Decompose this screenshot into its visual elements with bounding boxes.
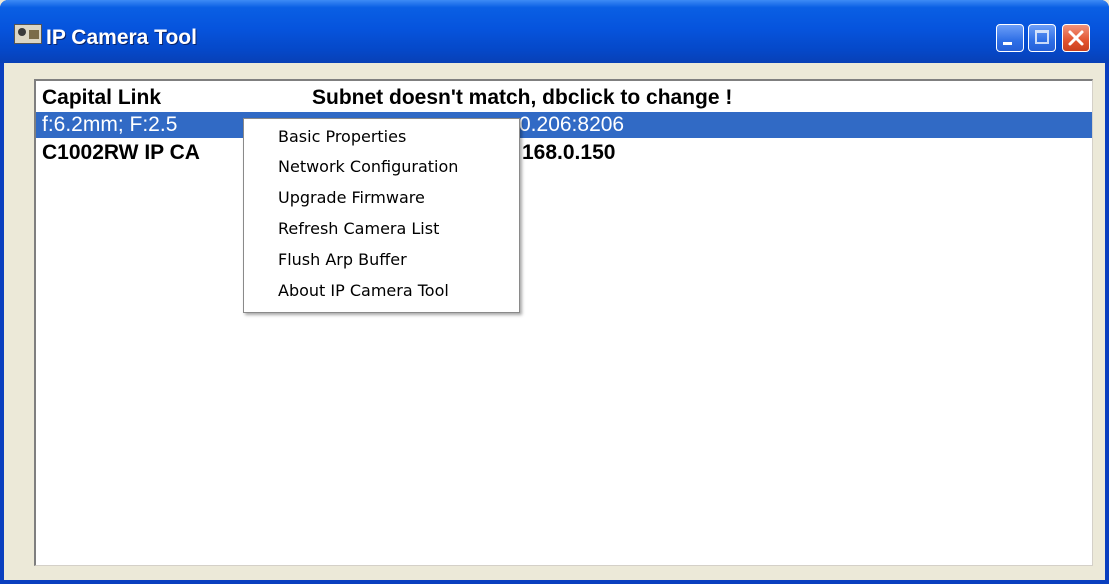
camera-row[interactable]: C1002RW IP CA 168.0.150	[36, 140, 1092, 166]
camera-tool-icon[interactable]	[14, 24, 42, 44]
app-window: IP Camera Tool Capital Link Subnet doesn…	[0, 0, 1109, 584]
context-menu: Basic Properties Network Configuration U…	[243, 118, 520, 313]
camera-list[interactable]: Capital Link Subnet doesn't match, dbcli…	[34, 79, 1093, 566]
menu-item-upgrade-firmware[interactable]: Upgrade Firmware	[278, 183, 425, 213]
maximize-button[interactable]	[1028, 24, 1056, 52]
menu-item-about[interactable]: About IP Camera Tool	[278, 276, 449, 306]
camera-info: Subnet doesn't match, dbclick to change …	[312, 86, 733, 109]
minimize-button[interactable]	[996, 24, 1024, 52]
close-icon	[1068, 30, 1084, 46]
camera-name: f:6.2mm; F:2.5	[42, 113, 178, 136]
maximize-icon	[1035, 30, 1049, 44]
menu-item-network-configuration[interactable]: Network Configuration	[278, 152, 458, 182]
camera-info: 168.0.150	[522, 141, 616, 164]
camera-row-selected[interactable]: f:6.2mm; F:2.5 0.206:8206	[36, 112, 1092, 138]
camera-name: C1002RW IP CA	[42, 141, 200, 164]
camera-info: 0.206:8206	[519, 113, 625, 136]
menu-item-flush-arp-buffer[interactable]: Flush Arp Buffer	[278, 245, 407, 275]
camera-row[interactable]: Capital Link Subnet doesn't match, dbcli…	[36, 85, 1092, 111]
window-title: IP Camera Tool	[46, 26, 197, 49]
minimize-icon	[1003, 42, 1012, 45]
menu-item-refresh-camera-list[interactable]: Refresh Camera List	[278, 214, 439, 244]
close-button[interactable]	[1062, 24, 1090, 52]
menu-item-basic-properties[interactable]: Basic Properties	[278, 122, 406, 152]
title-bar[interactable]: IP Camera Tool	[0, 0, 1109, 63]
camera-name: Capital Link	[42, 86, 162, 109]
